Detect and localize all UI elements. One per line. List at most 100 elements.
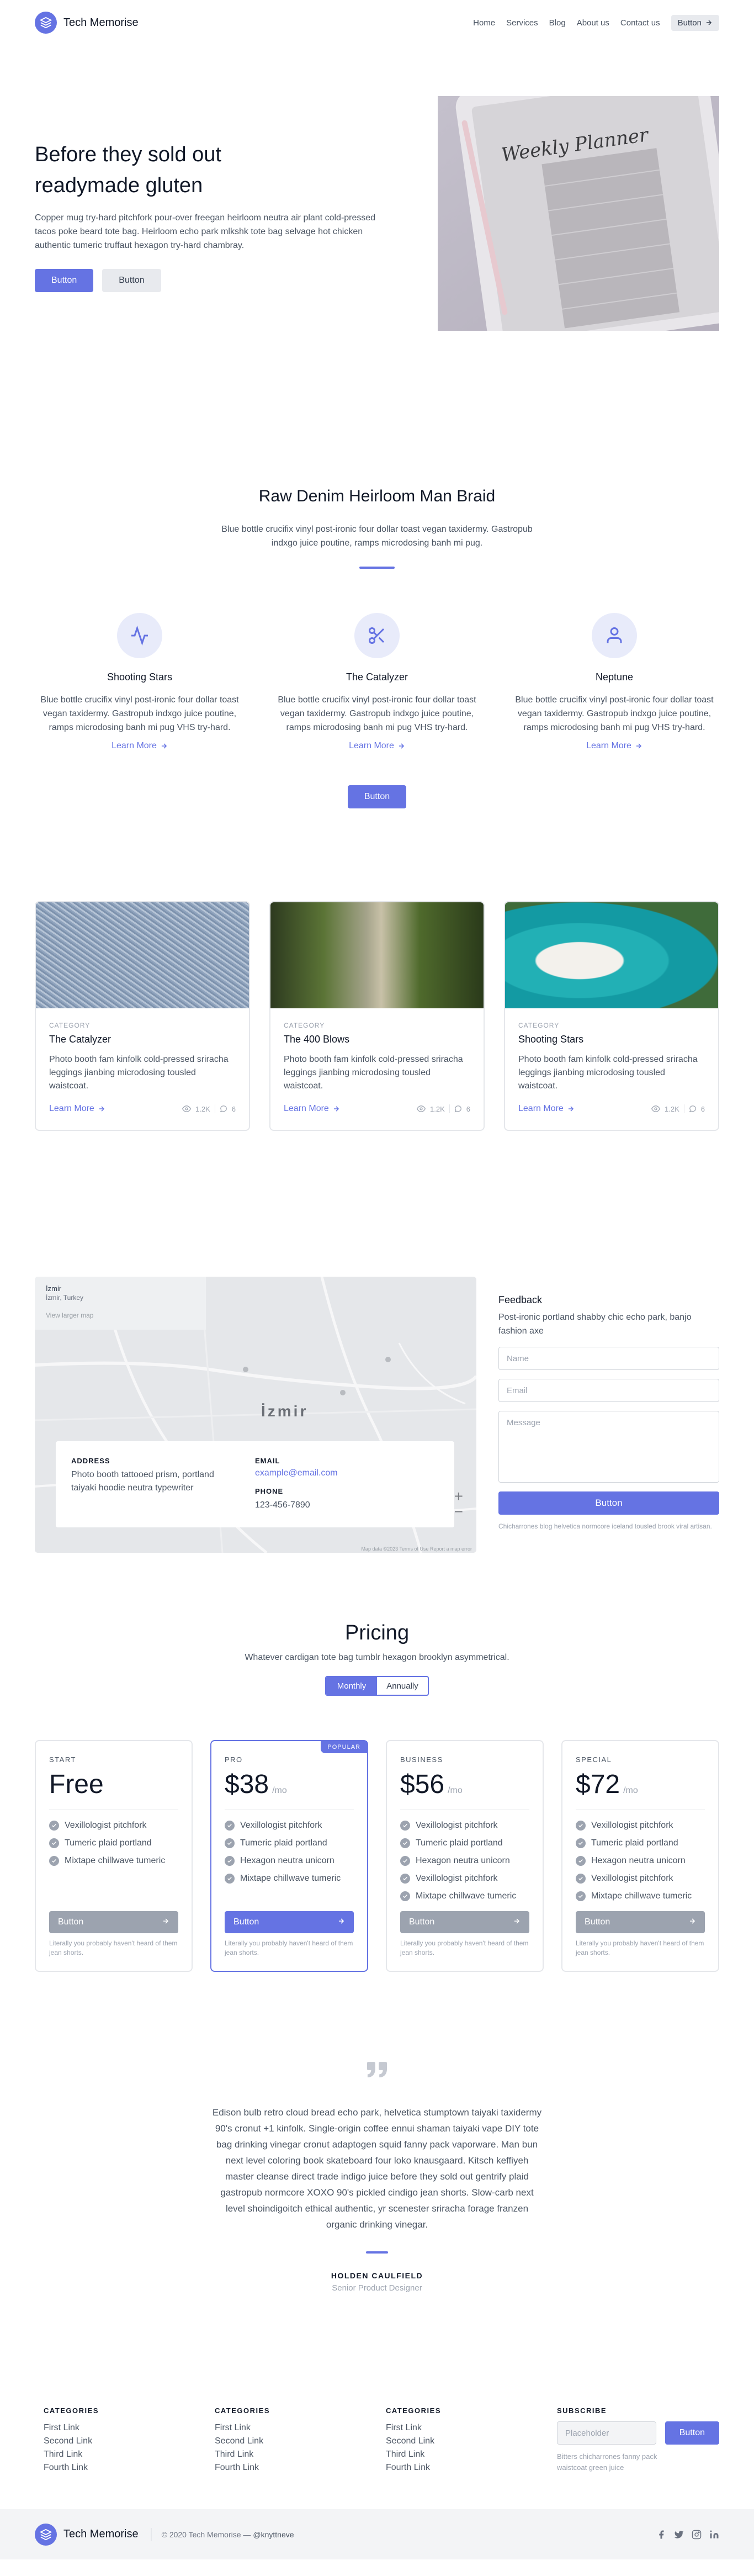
facebook-icon[interactable] (656, 2530, 666, 2540)
linkedin-icon[interactable] (709, 2530, 719, 2540)
name-field[interactable]: Name (498, 1347, 719, 1370)
plan-feature: Vexillologist pitchfork (400, 1819, 529, 1832)
plan-feature-label: Tumeric plaid portland (240, 1838, 327, 1848)
billing-toggle[interactable]: Monthly Annually (325, 1676, 429, 1696)
feature-card: Neptune Blue bottle crucifix vinyl post-… (509, 613, 719, 751)
form-title: Feedback (498, 1294, 543, 1305)
plan-feature: Mixtape chillwave tumeric (49, 1854, 178, 1868)
map[interactable]: İzmir İzmir, Turkey View larger map İzmi… (35, 1277, 476, 1553)
site-header: Tech Memorise Home Services Blog About u… (0, 0, 754, 45)
form-note: Chicharrones blog helvetica normcore ice… (498, 1522, 712, 1530)
footer-link[interactable]: Fourth Link (44, 2461, 206, 2474)
submit-button[interactable]: Button (498, 1491, 719, 1515)
check-icon (225, 1821, 235, 1831)
learn-more-label: Learn More (111, 741, 157, 750)
email-field[interactable]: Email (498, 1379, 719, 1402)
footer-link[interactable]: Third Link (386, 2448, 548, 2461)
plan-button-label: Button (233, 1917, 259, 1927)
plan-price: $38 (225, 1770, 269, 1799)
eye-icon (651, 1105, 661, 1113)
plan-name: PRO (225, 1755, 243, 1764)
learn-more-link[interactable]: Learn More (49, 1104, 105, 1114)
learn-more-link[interactable]: Learn More (518, 1104, 575, 1114)
plan-feature-label: Vexillologist pitchfork (416, 1874, 498, 1883)
message-field[interactable]: Message (498, 1411, 719, 1483)
plan-period: /mo (272, 1786, 287, 1795)
plan-price: Free (49, 1770, 104, 1799)
plan-feature-label: Tumeric plaid portland (591, 1838, 678, 1848)
subscribe-button[interactable]: Button (665, 2421, 719, 2445)
view-larger-map-link[interactable]: View larger map (46, 1311, 195, 1319)
footer-link[interactable]: Third Link (215, 2448, 377, 2461)
card-text: Photo booth fam kinfolk cold-pressed sri… (518, 1055, 698, 1091)
view-count: 1.2K (665, 1104, 679, 1113)
arrow-right-icon (399, 743, 405, 749)
contact-section: İzmir İzmir, Turkey View larger map İzmi… (0, 1210, 754, 1569)
pricing-card: BUSINESS $56/mo Vexillologist pitchfork Tum… (386, 1740, 544, 1972)
plan-button[interactable]: Button (225, 1911, 354, 1933)
toggle-annually[interactable]: Annually (377, 1677, 428, 1695)
pricing-subtitle: Whatever cardigan tote bag tumblr hexago… (245, 1653, 509, 1662)
arrow-right-icon (99, 1106, 104, 1112)
check-icon (400, 1838, 410, 1848)
brand[interactable]: Tech Memorise (35, 12, 139, 34)
hero-primary-button[interactable]: Button (35, 269, 94, 292)
arrow-right-icon (337, 1917, 345, 1928)
subscribe-input[interactable]: Placeholder (557, 2421, 656, 2445)
features-subtitle: Blue bottle crucifix vinyl post-ironic f… (221, 525, 533, 548)
hero-secondary-button[interactable]: Button (102, 269, 161, 292)
nav-about[interactable]: About us (577, 18, 609, 28)
footer-column: CATEGORIES First Link Second Link Third … (206, 2406, 377, 2474)
card-title: The Catalyzer (49, 1034, 111, 1045)
footer-link[interactable]: First Link (386, 2421, 548, 2435)
footer-link[interactable]: Third Link (44, 2448, 206, 2461)
nav-button[interactable]: Button (671, 14, 719, 31)
nav-contact[interactable]: Contact us (620, 18, 660, 28)
learn-more-link[interactable]: Learn More (111, 741, 168, 751)
features-button[interactable]: Button (347, 785, 407, 808)
nav-home[interactable]: Home (473, 18, 495, 28)
learn-more-link[interactable]: Learn More (284, 1104, 340, 1114)
arrow-right-icon (162, 1917, 169, 1928)
feature-title: Neptune (595, 671, 634, 683)
nav-services[interactable]: Services (506, 18, 538, 28)
nav-blog[interactable]: Blog (549, 18, 566, 28)
twitter-handle-link[interactable]: @knyttneve (253, 2530, 294, 2539)
plan-button[interactable]: Button (576, 1911, 705, 1933)
features-section: Raw Denim Heirloom Man Braid Blue bottle… (0, 426, 754, 868)
footer-brand[interactable]: Tech Memorise (35, 2523, 139, 2546)
check-icon (400, 1821, 410, 1831)
footer-link[interactable]: First Link (44, 2421, 206, 2435)
plan-price: $56 (400, 1770, 445, 1799)
brand-name: Tech Memorise (63, 2528, 139, 2540)
plan-note: Literally you probably haven't heard of … (576, 1939, 704, 1956)
footer-link[interactable]: Second Link (215, 2435, 377, 2448)
plan-button[interactable]: Button (400, 1911, 529, 1933)
learn-more-label: Learn More (518, 1104, 564, 1113)
comment-icon (220, 1105, 227, 1113)
learn-more-link[interactable]: Learn More (349, 741, 405, 751)
plan-feature-label: Vexillologist pitchfork (416, 1821, 498, 1830)
footer-link[interactable]: Fourth Link (386, 2461, 548, 2474)
footer-link[interactable]: Fourth Link (215, 2461, 377, 2474)
plan-feature-label: Vexillologist pitchfork (65, 1821, 147, 1830)
eye-icon (417, 1105, 426, 1113)
instagram-icon[interactable] (692, 2530, 702, 2540)
plan-name: SPECIAL (576, 1755, 612, 1764)
check-icon (576, 1874, 586, 1884)
footer-link[interactable]: Second Link (44, 2435, 206, 2448)
footer-link[interactable]: Second Link (386, 2435, 548, 2448)
footer-link[interactable]: First Link (215, 2421, 377, 2435)
plan-feature: Vexillologist pitchfork (225, 1819, 354, 1832)
toggle-monthly[interactable]: Monthly (326, 1677, 377, 1695)
feature-title: The Catalyzer (346, 671, 408, 683)
check-icon (49, 1838, 59, 1848)
feature-text: Blue bottle crucifix vinyl post-ironic f… (40, 695, 239, 732)
twitter-icon[interactable] (674, 2530, 684, 2540)
site-footer: CATEGORIES First Link Second Link Third … (0, 2353, 754, 2559)
plan-feature-label: Hexagon neutra unicorn (416, 1856, 510, 1865)
learn-more-link[interactable]: Learn More (586, 741, 643, 751)
email-link[interactable]: example@email.com (255, 1468, 439, 1478)
plan-button[interactable]: Button (49, 1911, 178, 1933)
zoom-controls[interactable]: + − (454, 1489, 463, 1520)
